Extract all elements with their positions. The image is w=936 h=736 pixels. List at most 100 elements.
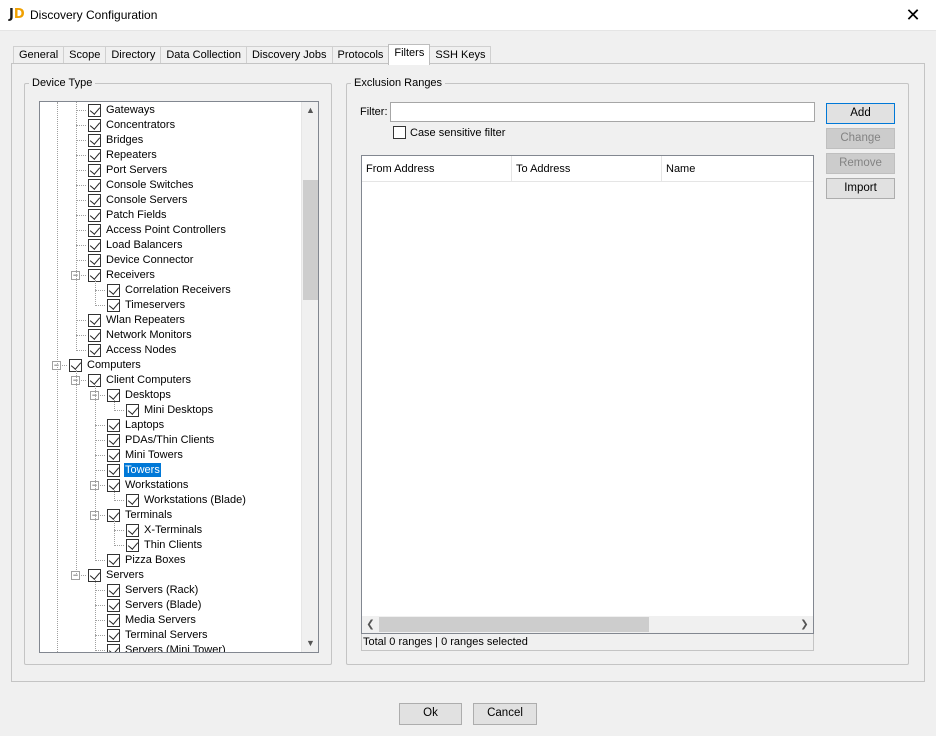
tree-item-network-monitors[interactable]: Network Monitors bbox=[40, 328, 302, 343]
tree-item-media-servers[interactable]: Media Servers bbox=[40, 613, 302, 628]
scroll-up-icon[interactable]: ▲ bbox=[302, 102, 318, 119]
close-button[interactable]: ✕ bbox=[890, 0, 936, 31]
tree-item-label: Workstations (Blade) bbox=[144, 494, 246, 506]
tree-checkbox[interactable] bbox=[126, 539, 139, 552]
tree-guide-line bbox=[114, 400, 115, 411]
tree-item-console-servers[interactable]: Console Servers bbox=[40, 193, 302, 208]
cancel-button[interactable]: Cancel bbox=[473, 703, 537, 725]
tree-checkbox[interactable] bbox=[88, 329, 101, 342]
tree-checkbox[interactable] bbox=[107, 614, 120, 627]
tree-item-mini-desktops[interactable]: Mini Desktops bbox=[40, 403, 302, 418]
tree-checkbox[interactable] bbox=[88, 164, 101, 177]
column-header-from-address[interactable]: From Address bbox=[362, 156, 512, 182]
horizontal-scroll-thumb[interactable] bbox=[379, 617, 649, 632]
tree-checkbox[interactable] bbox=[107, 554, 120, 567]
tree-connector bbox=[95, 455, 105, 456]
tree-checkbox[interactable] bbox=[88, 134, 101, 147]
table-horizontal-scrollbar[interactable]: ❮ ❯ bbox=[362, 616, 813, 633]
add-button[interactable]: Add bbox=[826, 103, 895, 124]
tree-item-bridges[interactable]: Bridges bbox=[40, 133, 302, 148]
scroll-down-icon[interactable]: ▼ bbox=[302, 635, 318, 652]
tree-item-servers[interactable]: − Servers bbox=[40, 568, 302, 583]
tree-checkbox[interactable] bbox=[88, 104, 101, 117]
device-type-tree[interactable]: Gateways Concentrators Bridges Repeaters Por… bbox=[39, 101, 319, 653]
change-button[interactable]: Change bbox=[826, 128, 895, 149]
tree-item-workstations[interactable]: − Workstations bbox=[40, 478, 302, 493]
tree-item-label: Servers bbox=[106, 569, 144, 581]
tree-checkbox[interactable] bbox=[88, 209, 101, 222]
tree-checkbox[interactable] bbox=[126, 524, 139, 537]
case-sensitive-checkbox[interactable] bbox=[393, 126, 406, 139]
tree-checkbox[interactable] bbox=[107, 449, 120, 462]
tree-item-correlation-receivers[interactable]: Correlation Receivers bbox=[40, 283, 302, 298]
tree-checkbox[interactable] bbox=[107, 644, 120, 652]
tree-item-towers[interactable]: Towers bbox=[40, 463, 302, 478]
tree-item-workstations-blade[interactable]: Workstations (Blade) bbox=[40, 493, 302, 508]
tree-item-x-terminals[interactable]: X-Terminals bbox=[40, 523, 302, 538]
tree-item-port-servers[interactable]: Port Servers bbox=[40, 163, 302, 178]
tree-guide-line bbox=[114, 490, 115, 501]
window-title: Discovery Configuration bbox=[30, 8, 158, 22]
tree-item-concentrators[interactable]: Concentrators bbox=[40, 118, 302, 133]
tree-item-mini-towers[interactable]: Mini Towers bbox=[40, 448, 302, 463]
tree-item-device-connector[interactable]: Device Connector bbox=[40, 253, 302, 268]
scroll-right-icon[interactable]: ❯ bbox=[796, 616, 813, 633]
tree-item-access-point-controllers[interactable]: Access Point Controllers bbox=[40, 223, 302, 238]
scroll-thumb[interactable] bbox=[303, 180, 318, 300]
tree-item-patch-fields[interactable]: Patch Fields bbox=[40, 208, 302, 223]
tree-item-terminal-servers[interactable]: Terminal Servers bbox=[40, 628, 302, 643]
tree-item-servers-mini-tower[interactable]: Servers (Mini Tower) bbox=[40, 643, 302, 652]
tree-checkbox[interactable] bbox=[126, 404, 139, 417]
tree-item-console-switches[interactable]: Console Switches bbox=[40, 178, 302, 193]
tree-item-access-nodes[interactable]: Access Nodes bbox=[40, 343, 302, 358]
import-button[interactable]: Import bbox=[826, 178, 895, 199]
ok-button[interactable]: Ok bbox=[399, 703, 462, 725]
tree-connector bbox=[95, 635, 105, 636]
tree-checkbox[interactable] bbox=[107, 299, 120, 312]
tree-item-pdas-thin-clients[interactable]: PDAs/Thin Clients bbox=[40, 433, 302, 448]
tree-item-thin-clients[interactable]: Thin Clients bbox=[40, 538, 302, 553]
tree-item-desktops[interactable]: − Desktops bbox=[40, 388, 302, 403]
tree-item-servers-blade[interactable]: Servers (Blade) bbox=[40, 598, 302, 613]
tree-guide-line bbox=[95, 385, 96, 561]
tree-checkbox[interactable] bbox=[88, 149, 101, 162]
tree-item-label: Media Servers bbox=[125, 614, 196, 626]
tree-checkbox[interactable] bbox=[107, 464, 120, 477]
tree-item-timeservers[interactable]: Timeservers bbox=[40, 298, 302, 313]
tree-checkbox[interactable] bbox=[107, 584, 120, 597]
filter-input[interactable] bbox=[390, 102, 815, 122]
tree-checkbox[interactable] bbox=[88, 254, 101, 267]
tree-checkbox[interactable] bbox=[107, 599, 120, 612]
tree-item-client-computers[interactable]: − Client Computers bbox=[40, 373, 302, 388]
tree-checkbox[interactable] bbox=[88, 314, 101, 327]
tree-item-receivers[interactable]: − Receivers bbox=[40, 268, 302, 283]
tree-item-laptops[interactable]: Laptops bbox=[40, 418, 302, 433]
tree-item-load-balancers[interactable]: Load Balancers bbox=[40, 238, 302, 253]
tree-checkbox[interactable] bbox=[88, 179, 101, 192]
tree-checkbox[interactable] bbox=[88, 224, 101, 237]
column-header-to-address[interactable]: To Address bbox=[512, 156, 662, 182]
tree-checkbox[interactable] bbox=[126, 494, 139, 507]
tree-checkbox[interactable] bbox=[107, 284, 120, 297]
tree-item-terminals[interactable]: − Terminals bbox=[40, 508, 302, 523]
remove-button[interactable]: Remove bbox=[826, 153, 895, 174]
tree-item-repeaters[interactable]: Repeaters bbox=[40, 148, 302, 163]
tree-item-gateways[interactable]: Gateways bbox=[40, 103, 302, 118]
tree-checkbox[interactable] bbox=[107, 629, 120, 642]
tree-checkbox[interactable] bbox=[88, 119, 101, 132]
tree-checkbox[interactable] bbox=[107, 419, 120, 432]
tree-connector bbox=[95, 470, 105, 471]
tree-checkbox[interactable] bbox=[107, 434, 120, 447]
tree-checkbox[interactable] bbox=[88, 194, 101, 207]
column-header-name[interactable]: Name bbox=[662, 156, 813, 182]
exclusion-ranges-table[interactable]: From Address To Address Name ❮ ❯ bbox=[361, 155, 814, 634]
tree-item-computers[interactable]: − Computers bbox=[40, 358, 302, 373]
scroll-left-icon[interactable]: ❮ bbox=[362, 616, 379, 633]
tree-item-servers-rack[interactable]: Servers (Rack) bbox=[40, 583, 302, 598]
tree-checkbox[interactable] bbox=[88, 239, 101, 252]
tree-item-wlan-repeaters[interactable]: Wlan Repeaters bbox=[40, 313, 302, 328]
tree-vertical-scrollbar[interactable]: ▲ ▼ bbox=[301, 102, 318, 652]
tree-item-pizza-boxes[interactable]: Pizza Boxes bbox=[40, 553, 302, 568]
tab-filters[interactable]: Filters bbox=[388, 44, 431, 65]
tree-checkbox[interactable] bbox=[88, 344, 101, 357]
